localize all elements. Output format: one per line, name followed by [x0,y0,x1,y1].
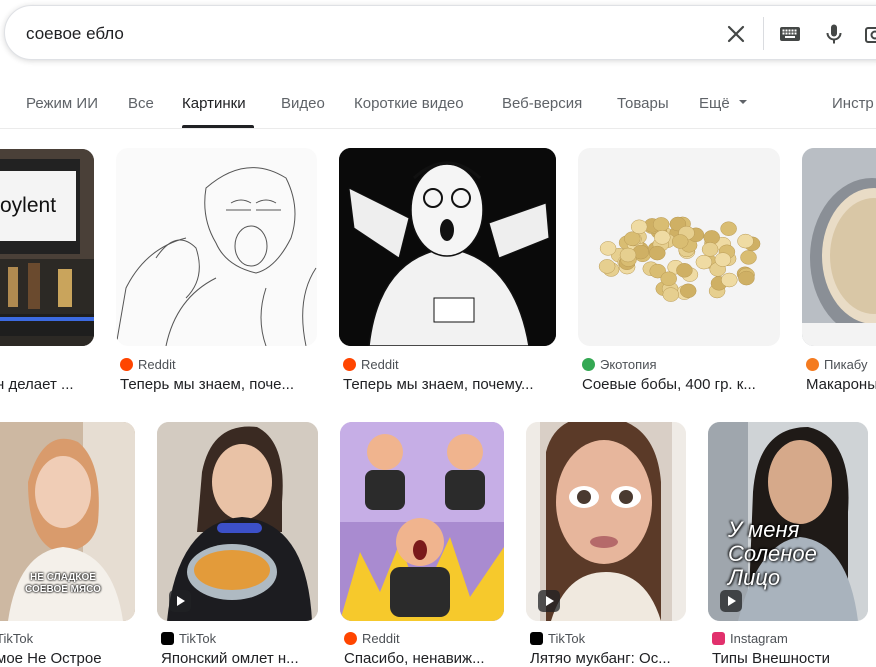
result-thumbnail: У меня Соленое Лицо [708,422,868,621]
tabs-divider [0,128,876,129]
result-source-label: TikTok [548,631,585,646]
result-title[interactable]: мое Не Острое [0,650,131,667]
result-title[interactable]: н делает ... [0,376,94,393]
play-icon [169,590,191,612]
thumbnail-image [802,148,876,346]
keyboard-icon[interactable] [778,22,802,46]
result-source: Экотопия [582,357,657,372]
result-source-label: Reddit [361,357,399,372]
thumbnail-overlay-text: У меня Соленое Лицо [728,518,868,590]
result-source: Пикабу [806,357,867,372]
reddit-icon [344,632,357,645]
chevron-down-icon [738,97,748,107]
result-source: Reddit [343,357,399,372]
result-thumbnail [116,148,317,346]
tab-short-videos[interactable]: Короткие видео [354,95,464,112]
tab-all[interactable]: Все [128,95,154,112]
result-title[interactable]: Японский омлет н... [161,650,316,667]
result-source: Instagram [712,631,788,646]
tiktok-icon [161,632,174,645]
result-thumbnail [339,148,556,346]
result-title[interactable]: Макароны [806,376,876,393]
result-source: Reddit [120,357,176,372]
thumbnail-overlay-text: НЕ СЛАДКОЕ СОЕВОЕ МЯСО [13,572,113,596]
search-tabs: Режим ИИ Все Картинки Видео Короткие вид… [0,90,876,128]
result-source-label: Reddit [362,631,400,646]
result-source: TikTok [161,631,216,646]
result-source-label: Экотопия [600,357,657,372]
search-bar-divider [763,17,764,50]
result-thumbnail: НЕ СЛАДКОЕ СОЕВОЕ МЯСО [0,422,135,621]
result-source-label: Пикабу [824,357,867,372]
reddit-icon [343,358,356,371]
result-thumbnail [578,148,780,346]
thumbnail-image [578,148,780,346]
pikabu-icon [806,358,819,371]
thumbnail-image [0,149,94,346]
result-source: TikTok [0,631,33,646]
result-source-label: TikTok [0,631,33,646]
result-thumbnail: oylent [0,149,94,346]
reddit-icon [120,358,133,371]
play-icon [720,590,742,612]
thumbnail-image [116,148,317,346]
microphone-icon[interactable] [822,22,846,46]
tab-ai-mode[interactable]: Режим ИИ [26,95,98,112]
tab-web[interactable]: Веб-версия [502,95,582,112]
result-thumbnail [526,422,686,621]
tab-more[interactable]: Ещё [699,95,748,112]
tab-more-label: Ещё [699,95,730,112]
thumbnail-overlay-text: oylent [0,194,56,218]
result-source: TikTok [530,631,585,646]
result-thumbnail [340,422,504,621]
tab-images[interactable]: Картинки [182,95,246,112]
tab-tools[interactable]: Инстр [832,95,874,112]
instagram-icon [712,632,725,645]
close-icon[interactable] [724,22,748,46]
play-icon [538,590,560,612]
result-source-label: Instagram [730,631,788,646]
result-title[interactable]: Лятяо мукбанг: Ос... [530,650,684,667]
thumbnail-image [340,422,504,621]
search-input[interactable] [26,22,646,46]
tiktok-icon [530,632,543,645]
thumbnail-image [339,148,556,346]
ecotopia-icon [582,358,595,371]
result-source: Reddit [344,631,400,646]
result-title[interactable]: Типы Внешности [712,650,872,667]
tab-videos[interactable]: Видео [281,95,325,112]
result-title[interactable]: Теперь мы знаем, почему... [343,376,555,393]
result-title[interactable]: Теперь мы знаем, поче... [120,376,316,393]
result-thumbnail [802,148,876,346]
result-source-label: TikTok [179,631,216,646]
result-source-label: Reddit [138,357,176,372]
result-title[interactable]: Спасибо, ненавиж... [344,650,502,667]
search-bar [4,5,876,60]
camera-icon[interactable] [863,22,876,46]
result-title[interactable]: Соевые бобы, 400 гр. к... [582,376,778,393]
result-thumbnail [157,422,318,621]
tab-shopping[interactable]: Товары [617,95,669,112]
